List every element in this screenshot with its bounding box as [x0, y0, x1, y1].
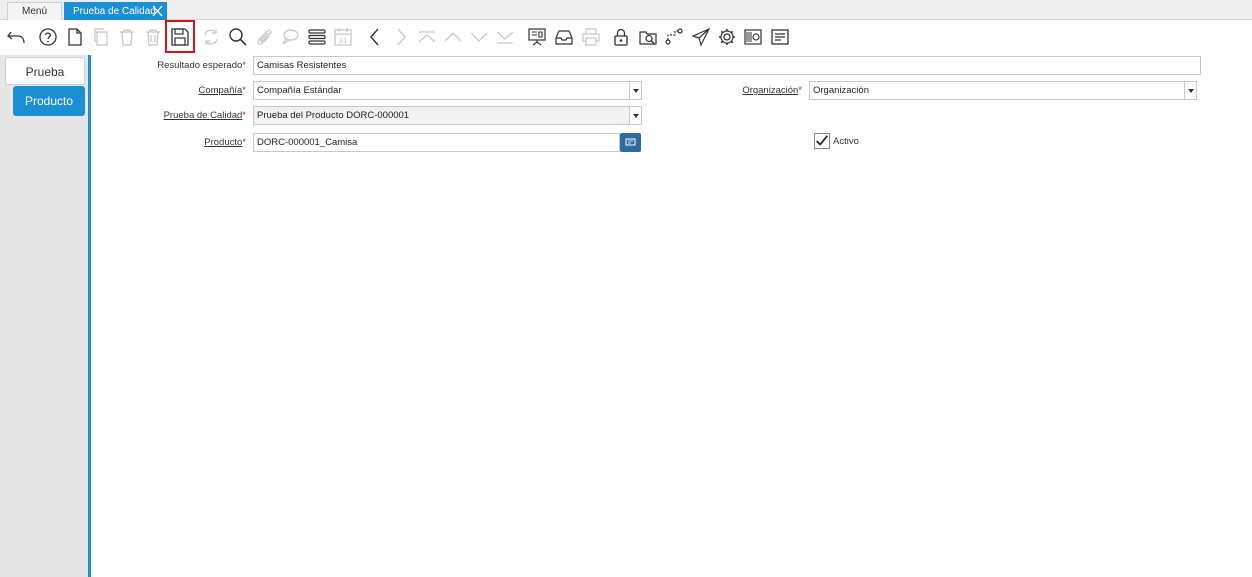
last-record-icon[interactable] — [494, 26, 516, 48]
lock-icon[interactable] — [610, 26, 632, 48]
organizacion-value: Organización — [813, 85, 869, 96]
new-record-icon[interactable] — [64, 26, 86, 48]
zoom-across-icon[interactable] — [637, 26, 659, 48]
resultado-esperado-value: Camisas Resistentes — [257, 60, 347, 71]
compania-value: Compañía Estándar — [257, 85, 342, 96]
calendar-icon[interactable]: 31 — [332, 26, 354, 48]
chevron-down-icon[interactable] — [629, 107, 641, 124]
resultado-esperado-label: Resultado esperado* — [157, 60, 246, 71]
product-info-icon[interactable] — [742, 26, 764, 48]
close-icon[interactable] — [151, 4, 164, 18]
previous-record-icon[interactable] — [364, 26, 386, 48]
tab-prueba-de-calidad[interactable]: Prueba de Calidad — [64, 2, 167, 20]
copy-icon[interactable] — [90, 26, 112, 48]
chevron-down-icon[interactable] — [629, 82, 641, 99]
parent-record-icon[interactable] — [442, 26, 464, 48]
prueba-de-calidad-select[interactable]: Prueba del Producto DORC-000001 — [253, 106, 642, 125]
workflow-icon[interactable] — [663, 26, 685, 48]
request-icon[interactable] — [690, 26, 712, 48]
compania-select[interactable]: Compañía Estándar — [253, 81, 642, 100]
process-icon[interactable] — [716, 26, 738, 48]
detail-tabs-panel: Prueba Producto — [0, 55, 91, 577]
resultado-esperado-field[interactable]: Camisas Resistentes — [253, 56, 1201, 75]
help-icon[interactable] — [37, 26, 59, 48]
window-tab-bar: Menú (12) Prueba de Calidad — [0, 0, 1252, 34]
find-icon[interactable] — [227, 26, 249, 48]
delete-selection-icon[interactable] — [142, 26, 164, 48]
chevron-down-icon[interactable] — [1184, 82, 1196, 99]
search-icon — [625, 138, 636, 146]
save-icon[interactable] — [165, 20, 195, 53]
compania-label: Compañía* — [198, 85, 246, 96]
first-record-icon[interactable] — [416, 26, 438, 48]
activo-label: Activo — [833, 136, 859, 147]
toolbar: 31 — [0, 20, 1252, 55]
checkmark-icon — [816, 135, 828, 146]
producto-label: Producto* — [204, 137, 246, 148]
prueba-de-calidad-value: Prueba del Producto DORC-000001 — [257, 110, 410, 121]
product-search-button[interactable] — [620, 133, 641, 152]
activo-checkbox[interactable] — [814, 133, 830, 149]
archive-icon[interactable] — [553, 26, 575, 48]
next-record-icon[interactable] — [390, 26, 412, 48]
tab-prueba[interactable]: Prueba — [5, 57, 85, 85]
organizacion-label: Organización* — [742, 85, 802, 96]
attachment-icon[interactable] — [253, 26, 275, 48]
producto-field[interactable]: DORC-000001_Camisa — [253, 133, 620, 152]
undo-icon[interactable] — [6, 26, 28, 48]
report-icon[interactable] — [526, 26, 548, 48]
organizacion-select[interactable]: Organización — [809, 81, 1197, 100]
chat-icon[interactable] — [279, 26, 301, 48]
tab-menu[interactable]: Menú (12) — [7, 2, 62, 34]
detail-record-icon[interactable] — [468, 26, 490, 48]
grid-toggle-icon[interactable] — [306, 26, 328, 48]
export-icon[interactable] — [769, 26, 791, 48]
tab-label: Prueba de Calidad — [73, 6, 156, 17]
svg-text:31: 31 — [339, 37, 348, 45]
prueba-de-calidad-label: Prueba de Calidad* — [163, 110, 246, 121]
delete-icon[interactable] — [116, 26, 138, 48]
print-icon[interactable] — [580, 26, 602, 48]
refresh-icon[interactable] — [200, 26, 222, 48]
producto-value: DORC-000001_Camisa — [257, 137, 358, 148]
tab-producto[interactable]: Producto — [13, 86, 85, 116]
